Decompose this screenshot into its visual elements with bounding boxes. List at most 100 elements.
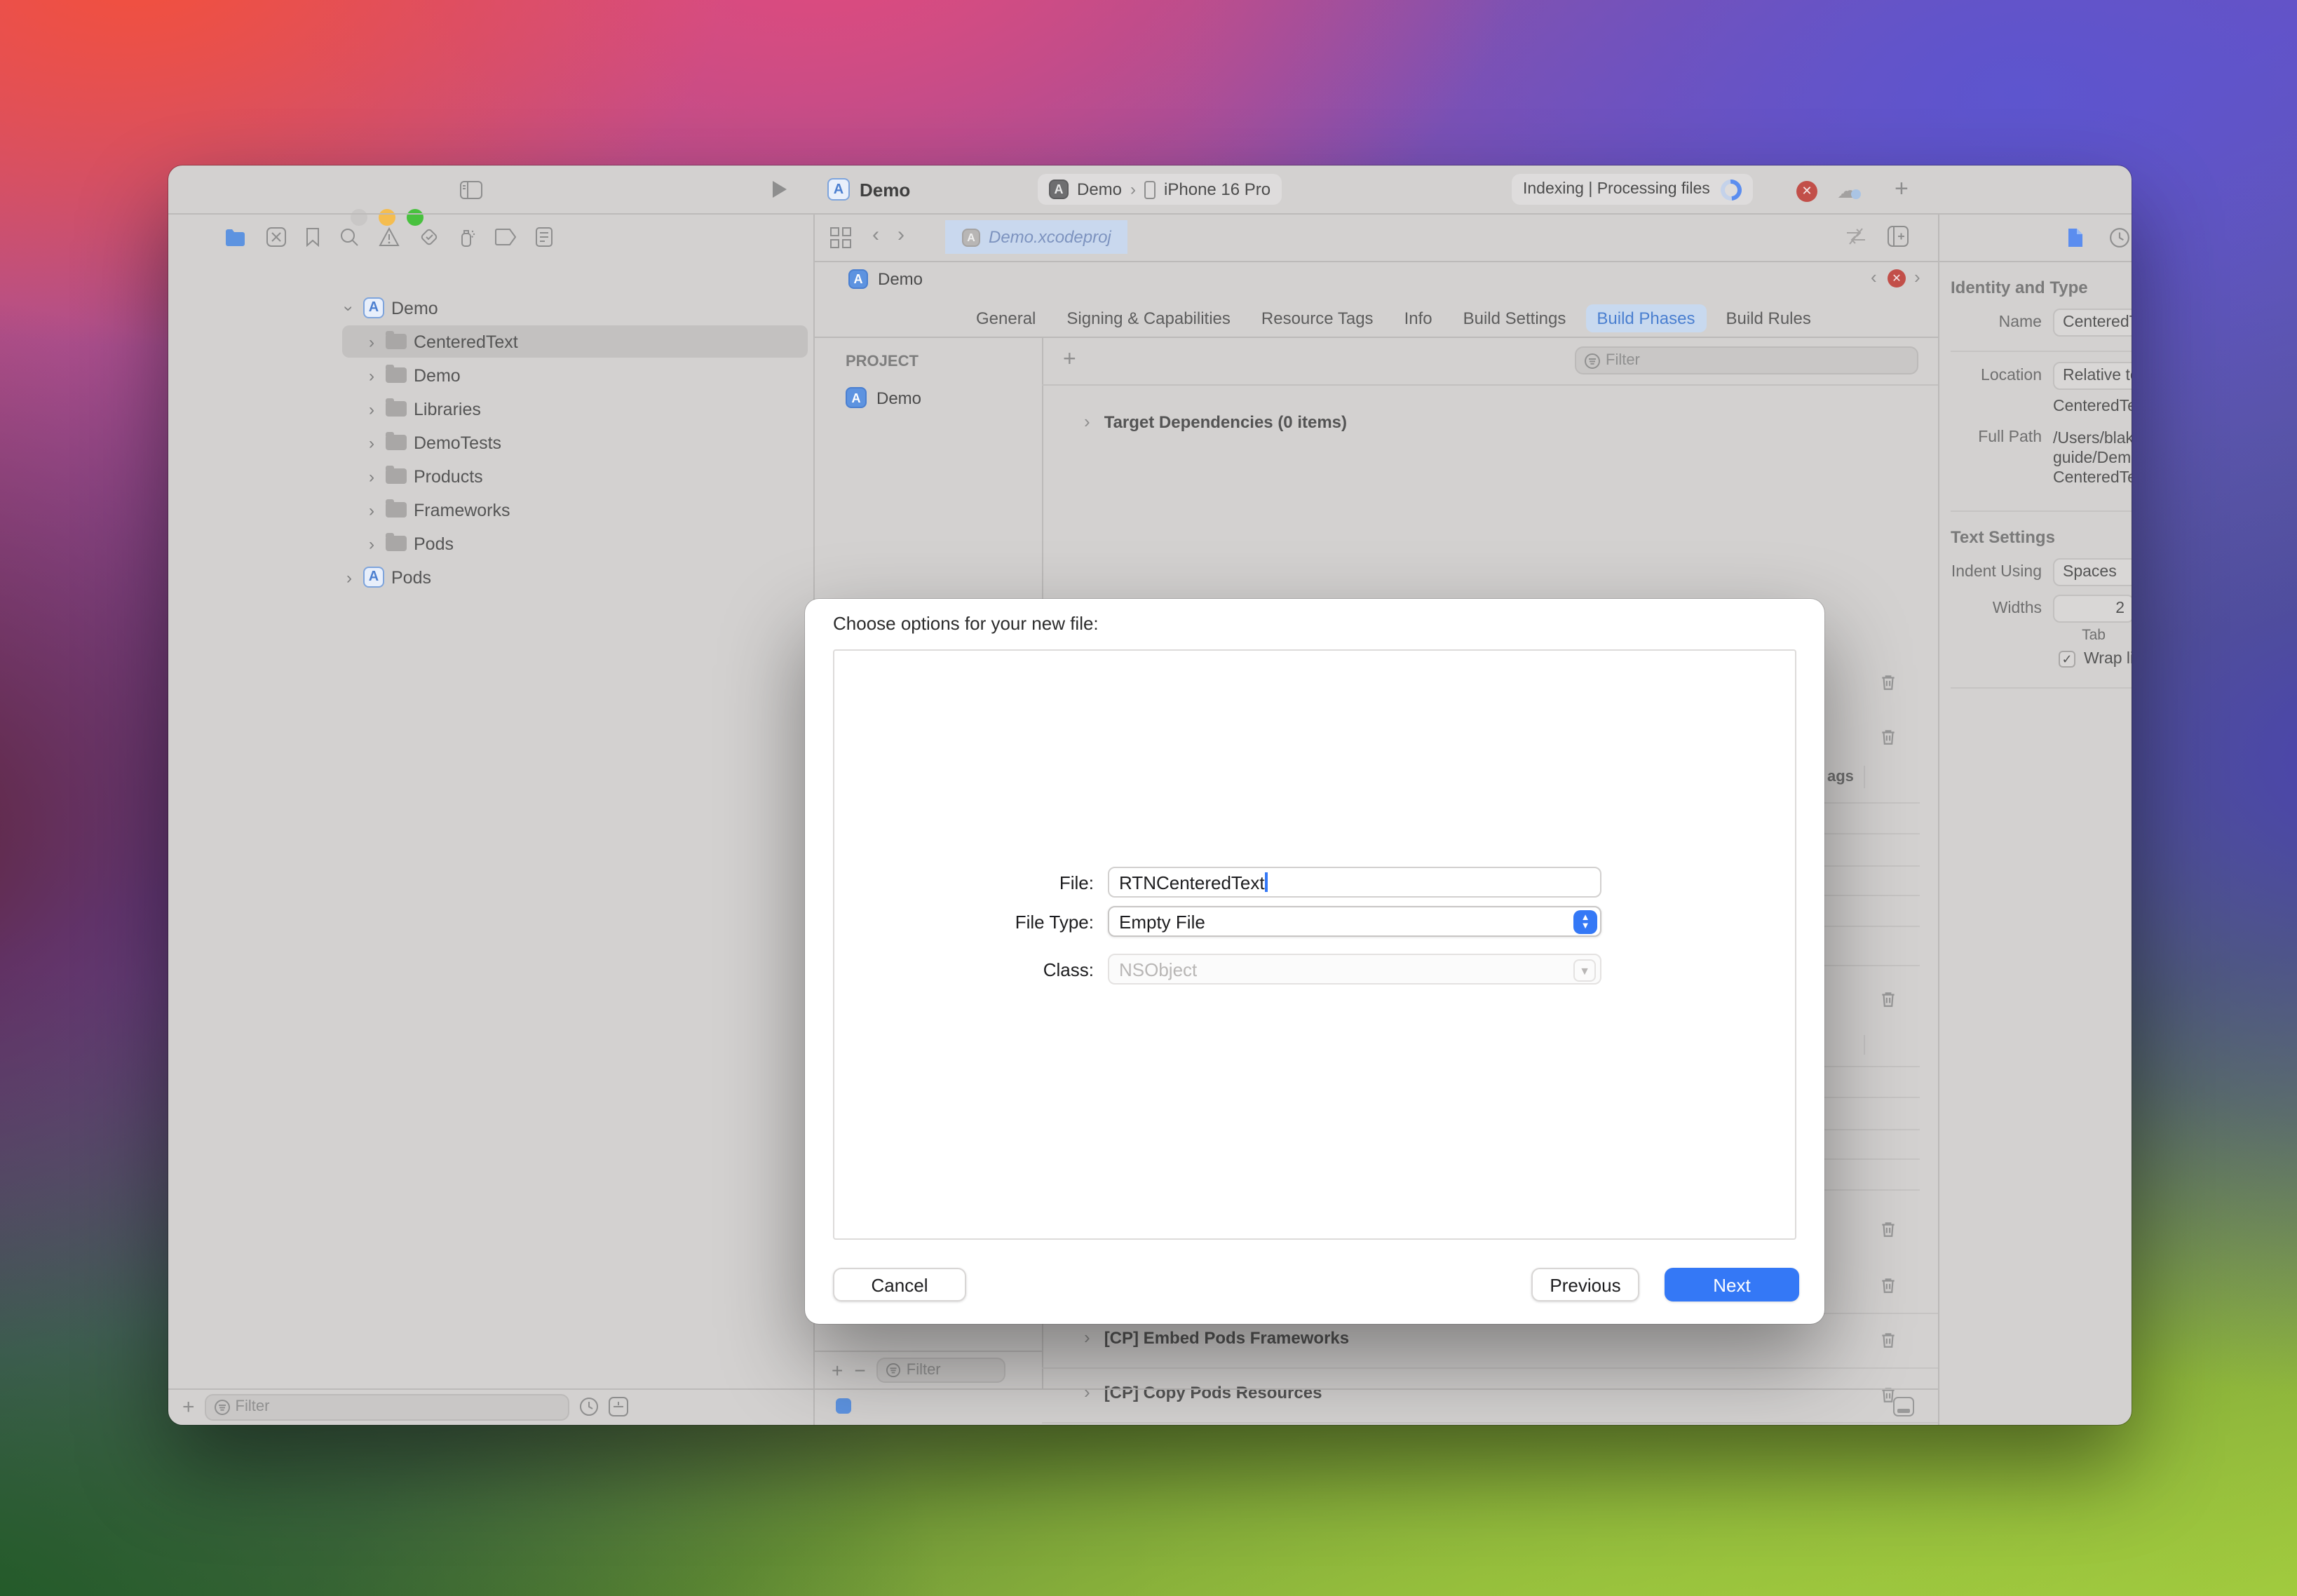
inspector-icon-bar: ? — [1938, 213, 2132, 261]
tab-signing-capabilities[interactable]: Signing & Capabilities — [1055, 304, 1242, 332]
next-button[interactable]: Next — [1665, 1268, 1799, 1301]
class-combo[interactable]: NSObject ▼ — [1108, 954, 1601, 985]
tab-resource-tags[interactable]: Resource Tags — [1250, 304, 1385, 332]
issue-navigator-icon[interactable] — [379, 227, 400, 247]
sidebar-toggle-icon[interactable] — [460, 181, 482, 199]
sidebar-item-libraries[interactable]: › Libraries — [342, 393, 808, 425]
forward-chevron-icon[interactable]: › — [897, 223, 904, 247]
filter-icon — [215, 1399, 230, 1414]
sidebar-item-label: Pods — [391, 567, 431, 587]
project-file-icon: A — [363, 567, 384, 588]
breakpoint-navigator-icon[interactable] — [495, 229, 516, 245]
jump-bar: A Demo ‹ ✕ › — [813, 261, 1938, 297]
disclosure-chevron-icon[interactable]: › — [365, 399, 379, 419]
jumpbar-item[interactable]: Demo — [878, 269, 923, 289]
sidebar-item-demo-group[interactable]: › Demo — [342, 359, 808, 391]
add-target-plus-icon[interactable]: + — [832, 1358, 843, 1381]
bookmark-navigator-icon[interactable] — [306, 227, 320, 247]
tab-build-phases[interactable]: Build Phases — [1585, 304, 1706, 332]
code-review-icon[interactable] — [1845, 227, 1866, 245]
sidebar-item-demotests[interactable]: › DemoTests — [342, 426, 808, 459]
disclosure-chevron-icon[interactable]: › — [339, 301, 359, 315]
phase-embed-pods[interactable]: › [CP] Embed Pods Frameworks — [1084, 1327, 1349, 1348]
history-inspector-icon[interactable] — [2109, 227, 2130, 248]
tab-width-field[interactable]: 2 — [2053, 595, 2132, 623]
disclosure-chevron-icon[interactable]: › — [365, 500, 379, 520]
disclosure-chevron-icon[interactable]: › — [342, 567, 356, 587]
disclosure-chevron-icon[interactable]: › — [365, 365, 379, 385]
add-tab-plus-icon[interactable]: + — [1895, 175, 1909, 203]
back-chevron-icon[interactable]: ‹ — [872, 223, 879, 247]
sidebar-item-frameworks[interactable]: › Frameworks — [342, 494, 808, 526]
sidebar-item-centeredtext[interactable]: › CenteredText — [342, 325, 808, 358]
debug-navigator-icon[interactable] — [459, 226, 475, 248]
group-row: CenteredText ✕ — [2053, 398, 2132, 415]
phases-filter-input[interactable]: Filter — [1575, 346, 1918, 374]
project-list-bottom-bar: + − Filter — [813, 1351, 1042, 1388]
disclosure-chevron-icon[interactable]: › — [365, 466, 379, 486]
delete-phase-trash-icon[interactable] — [1879, 673, 1897, 691]
add-phase-plus-icon[interactable]: + — [1063, 348, 1076, 373]
find-navigator-icon[interactable] — [339, 227, 359, 247]
disclosure-chevron-icon[interactable]: › — [1084, 411, 1090, 432]
activity-status[interactable]: Indexing | Processing files — [1512, 174, 1754, 205]
tab-general[interactable]: General — [965, 304, 1047, 332]
add-item-plus-icon[interactable]: + — [182, 1395, 195, 1419]
tab-build-rules[interactable]: Build Rules — [1714, 304, 1822, 332]
navigator-filter-input[interactable]: Filter — [205, 1393, 569, 1420]
jumpbar-app-icon: A — [848, 269, 868, 289]
jumpbar-error-badge[interactable]: ✕ — [1888, 269, 1906, 288]
remove-target-minus-icon[interactable]: − — [854, 1358, 865, 1381]
file-inspector-icon[interactable] — [2067, 227, 2084, 248]
disclosure-chevron-icon[interactable]: › — [365, 332, 379, 351]
filter-placeholder: Filter — [1606, 352, 1640, 369]
target-mini-icon — [836, 1398, 851, 1414]
error-badge-icon[interactable]: ✕ — [1796, 181, 1817, 202]
disclosure-chevron-icon[interactable]: › — [1084, 1327, 1090, 1348]
location-value: Relative to Group — [2063, 367, 2132, 384]
editor-tab-xcodeproj[interactable]: A Demo.xcodeproj — [945, 220, 1128, 254]
project-navigator-icon[interactable] — [224, 228, 247, 246]
scheme-app-icon: A — [1049, 180, 1069, 199]
project-row-demo[interactable]: A Demo — [846, 387, 921, 408]
delete-phase-trash-icon[interactable] — [1879, 728, 1897, 746]
tab-info[interactable]: Info — [1393, 304, 1444, 332]
indent-using-dropdown[interactable]: Spaces ▲▼ — [2053, 558, 2132, 586]
run-button[interactable] — [771, 180, 788, 199]
tab-build-settings[interactable]: Build Settings — [1452, 304, 1578, 332]
sidebar-item-demo-project[interactable]: › A Demo — [342, 292, 808, 324]
file-name-input[interactable]: RTNCenteredText — [1108, 867, 1601, 898]
previous-button[interactable]: Previous — [1531, 1268, 1639, 1301]
jumpbar-forward-icon[interactable]: › — [1914, 266, 1920, 288]
full-path-line: /Users/blakef/tmp/fabric- — [2053, 429, 2132, 449]
combo-chevron-icon[interactable]: ▼ — [1573, 959, 1596, 982]
delete-phase-trash-icon[interactable] — [1879, 1220, 1897, 1238]
source-control-icon[interactable] — [266, 227, 286, 247]
name-field[interactable]: CenteredText — [2053, 309, 2132, 337]
delete-phase-trash-icon[interactable] — [1879, 990, 1897, 1008]
test-navigator-icon[interactable] — [419, 227, 439, 247]
disclosure-chevron-icon[interactable]: › — [365, 433, 379, 452]
add-editor-icon[interactable] — [1888, 226, 1909, 247]
jumpbar-back-icon[interactable]: ‹ — [1871, 266, 1877, 288]
scheme-selector[interactable]: A Demo › iPhone 16 Pro — [1038, 174, 1282, 205]
minimap-grid-icon[interactable] — [830, 227, 851, 248]
recent-files-clock-icon[interactable] — [579, 1397, 599, 1416]
delete-phase-trash-icon[interactable] — [1879, 1331, 1897, 1349]
delete-phase-trash-icon[interactable] — [1879, 1276, 1897, 1294]
file-type-popup[interactable]: Empty File ▲▼ — [1108, 906, 1601, 937]
location-dropdown[interactable]: Relative to Group ▲▼ — [2053, 362, 2132, 390]
scm-status-filter-icon[interactable] — [609, 1397, 628, 1416]
cancel-button[interactable]: Cancel — [833, 1268, 966, 1301]
target-filter-input[interactable]: Filter — [877, 1357, 1006, 1382]
phase-target-dependencies[interactable]: › Target Dependencies (0 items) — [1084, 411, 1347, 432]
sidebar-item-pods-group[interactable]: › Pods — [342, 527, 808, 560]
wrap-lines-checkbox[interactable]: ✓ — [2059, 651, 2075, 668]
wrap-lines-row[interactable]: ✓ Wrap lines — [2059, 651, 2132, 668]
widths-label: Widths — [1958, 600, 2042, 617]
sidebar-item-products[interactable]: › Products — [342, 460, 808, 492]
editor-options-icon[interactable] — [1893, 1397, 1914, 1416]
report-navigator-icon[interactable] — [536, 227, 553, 247]
sidebar-item-pods-project[interactable]: › A Pods — [342, 561, 808, 593]
disclosure-chevron-icon[interactable]: › — [365, 534, 379, 553]
